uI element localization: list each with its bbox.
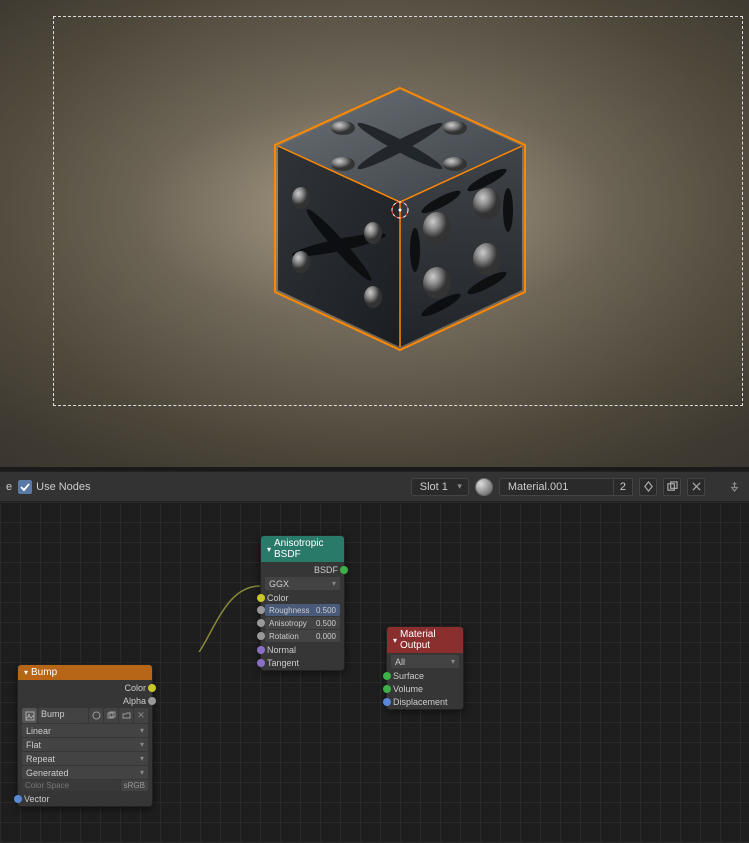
truncated-text: e [6, 481, 12, 493]
unlink-image-button[interactable]: ✕ [134, 708, 148, 723]
node-connections [0, 502, 300, 652]
node-header[interactable]: ▾ Material Output [387, 627, 463, 653]
target-dropdown[interactable]: All [391, 655, 459, 668]
colorspace-row[interactable]: Color Space sRGB [22, 780, 148, 791]
rotation-field[interactable]: Rotation 0.000 [265, 630, 340, 642]
anisotropic-bsdf-node[interactable]: ▾ Anisotropic BSDF BSDF GGX Color Roughn… [260, 535, 345, 671]
image-users-button[interactable] [89, 708, 103, 723]
roughness-field[interactable]: Roughness 0.500 [265, 604, 340, 616]
material-output-node[interactable]: ▾ Material Output All Surface Volume Dis… [386, 626, 464, 710]
image-texture-node[interactable]: ▾ Bump Color Alpha Bump [17, 664, 153, 807]
open-image-button[interactable] [119, 708, 133, 723]
texcoord-dropdown[interactable]: Generated [22, 766, 148, 779]
material-name-field[interactable]: Material.001 [499, 478, 614, 496]
material-preview-icon[interactable] [475, 478, 493, 496]
image-name-field[interactable]: Bump [38, 708, 88, 723]
node-editor-header: e Use Nodes Slot 1 Material.001 2 [0, 471, 749, 502]
node-editor[interactable]: ▾ Anisotropic BSDF BSDF GGX Color Roughn… [0, 502, 749, 843]
extension-dropdown[interactable]: Repeat [22, 752, 148, 765]
volume-input-socket[interactable]: Volume [387, 682, 463, 695]
tangent-input-socket[interactable]: Tangent [261, 656, 344, 669]
interpolation-dropdown[interactable]: Linear [22, 724, 148, 737]
bsdf-output-socket[interactable]: BSDF [261, 563, 344, 576]
use-nodes-label: Use Nodes [36, 481, 90, 493]
color-input-socket[interactable]: Color [261, 591, 344, 604]
slot-select[interactable]: Slot 1 [411, 478, 469, 496]
vector-input-socket[interactable]: Vector [18, 792, 152, 805]
color-output-socket[interactable]: Color [18, 681, 152, 694]
pin-button[interactable] [725, 478, 743, 496]
alpha-output-socket[interactable]: Alpha [18, 694, 152, 707]
collapse-icon: ▾ [393, 636, 397, 645]
surface-input-socket[interactable]: Surface [387, 669, 463, 682]
projection-dropdown[interactable]: Flat [22, 738, 148, 751]
node-header[interactable]: ▾ Anisotropic BSDF [261, 536, 344, 562]
collapse-icon: ▾ [24, 668, 28, 677]
normal-input-socket[interactable]: Normal [261, 643, 344, 656]
node-header[interactable]: ▾ Bump [18, 665, 152, 680]
new-material-button[interactable] [663, 478, 681, 496]
new-image-button[interactable] [104, 708, 118, 723]
image-browse-icon[interactable] [22, 708, 37, 723]
anisotropy-field[interactable]: Anisotropy 0.500 [265, 617, 340, 629]
material-users-count[interactable]: 2 [614, 478, 633, 496]
collapse-icon: ▾ [267, 545, 271, 554]
checkbox-icon [18, 480, 32, 494]
displacement-input-socket[interactable]: Displacement [387, 695, 463, 708]
use-nodes-checkbox[interactable]: Use Nodes [18, 480, 90, 494]
viewport-3d[interactable] [0, 0, 749, 467]
distribution-dropdown[interactable]: GGX [265, 577, 340, 590]
unlink-material-button[interactable] [687, 478, 705, 496]
cube-object[interactable] [175, 70, 625, 380]
fake-user-button[interactable] [639, 478, 657, 496]
cube-render [175, 70, 625, 380]
